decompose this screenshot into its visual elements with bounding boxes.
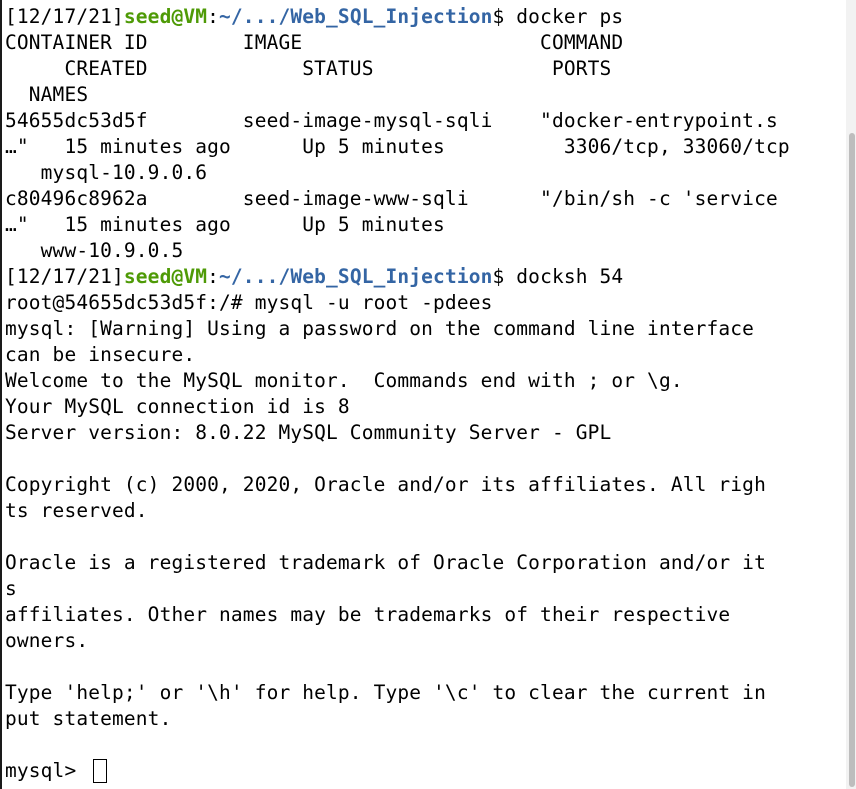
- terminal-window[interactable]: [12/17/21]seed@VM:~/.../Web_SQL_Injectio…: [0, 0, 856, 789]
- command-text: docker ps: [504, 5, 624, 28]
- terminal-output-line: Type 'help;' or '\h' for help. Type '\c'…: [5, 681, 766, 704]
- terminal-output-line: Copyright (c) 2000, 2020, Oracle and/or …: [5, 473, 766, 496]
- prompt-path: ~/.../Web_SQL_Injection: [219, 265, 493, 288]
- prompt-path: ~/.../Web_SQL_Injection: [219, 5, 493, 28]
- shell-prompt-line: [12/17/21]seed@VM:~/.../Web_SQL_Injectio…: [5, 4, 623, 30]
- terminal-output-line: put statement.: [5, 707, 172, 730]
- terminal-output-line: root@54655dc53d5f:/# mysql -u root -pdee…: [5, 291, 493, 314]
- command-text: docksh 54: [504, 265, 624, 288]
- prompt-date: [12/17/21]: [5, 265, 124, 288]
- terminal-output-line: ts reserved.: [5, 499, 148, 522]
- terminal-output-line: affiliates. Other names may be trademark…: [5, 603, 731, 626]
- docker-ps-row: www-10.9.0.5: [5, 239, 184, 262]
- terminal-output-line: Server version: 8.0.22 MySQL Community S…: [5, 421, 612, 444]
- terminal-output-line: Welcome to the MySQL monitor. Commands e…: [5, 369, 683, 392]
- terminal-output-line: s: [5, 577, 17, 600]
- mysql-prompt: mysql>: [5, 759, 89, 782]
- terminal-output-line: Oracle is a registered trademark of Orac…: [5, 551, 766, 574]
- docker-ps-row: mysql-10.9.0.6: [5, 161, 208, 184]
- text-cursor[interactable]: [93, 759, 107, 783]
- docker-ps-header: NAMES: [5, 83, 89, 106]
- terminal-output-line: Your MySQL connection id is 8: [5, 395, 350, 418]
- docker-ps-row: …" 15 minutes ago Up 5 minutes 3306/tcp,…: [5, 135, 790, 158]
- prompt-symbol: $: [492, 265, 505, 288]
- scrollbar[interactable]: [846, 0, 856, 789]
- docker-ps-header: CREATED STATUS PORTS: [5, 57, 612, 80]
- prompt-separator: :: [207, 5, 220, 28]
- terminal-output-line: mysql: [Warning] Using a password on the…: [5, 317, 755, 340]
- prompt-symbol: $: [492, 5, 505, 28]
- docker-ps-row: …" 15 minutes ago Up 5 minutes: [5, 213, 445, 236]
- scrollbar-thumb[interactable]: [849, 133, 855, 787]
- prompt-separator: :: [207, 265, 220, 288]
- prompt-user-host: seed@VM: [123, 265, 208, 288]
- docker-ps-row: c80496c8962a seed-image-www-sqli "/bin/s…: [5, 187, 778, 210]
- terminal-output-line: owners.: [5, 629, 89, 652]
- prompt-date: [12/17/21]: [5, 5, 124, 28]
- terminal-output-line: can be insecure.: [5, 343, 196, 366]
- shell-prompt-line: [12/17/21]seed@VM:~/.../Web_SQL_Injectio…: [5, 264, 623, 290]
- docker-ps-header: CONTAINER ID IMAGE COMMAND: [5, 31, 624, 54]
- docker-ps-row: 54655dc53d5f seed-image-mysql-sqli "dock…: [5, 109, 778, 132]
- prompt-user-host: seed@VM: [123, 5, 208, 28]
